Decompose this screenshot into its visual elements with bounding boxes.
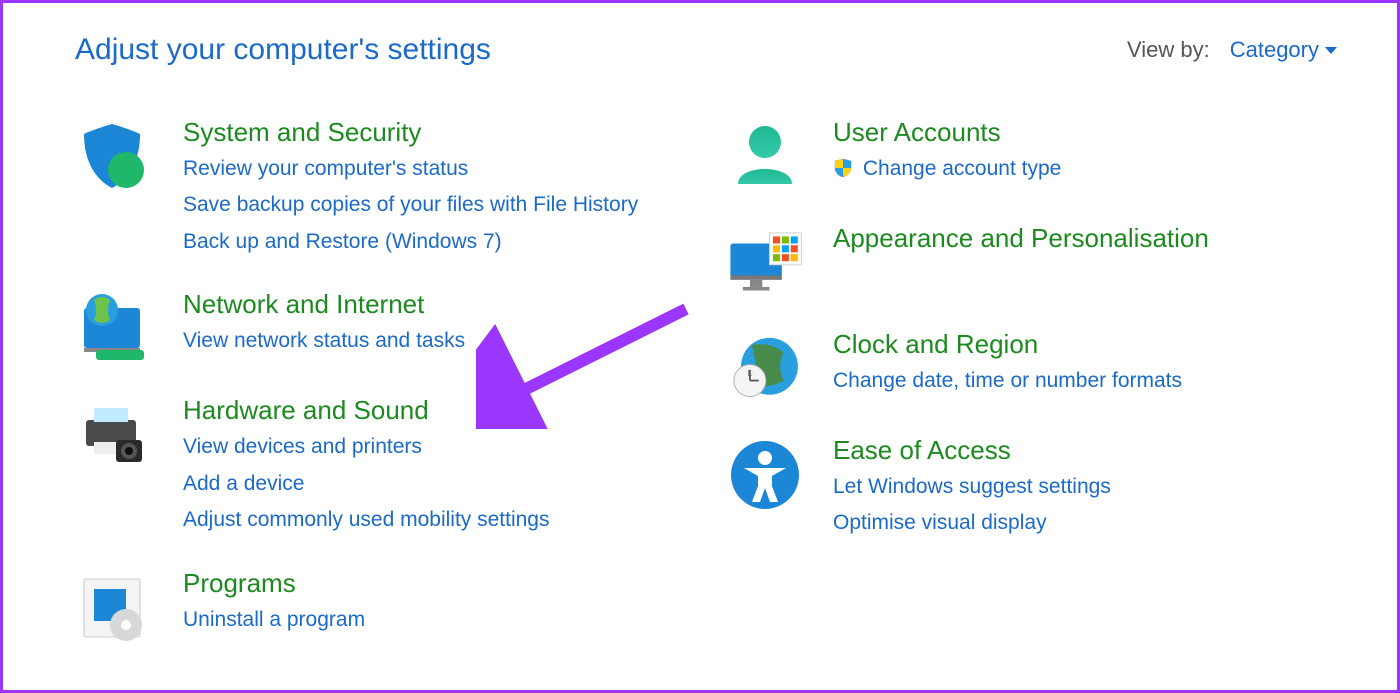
category-clock-region: L Clock and Region Change date, time or … — [725, 329, 1337, 409]
category-ease-of-access: Ease of Access Let Windows suggest setti… — [725, 435, 1337, 545]
printer-icon — [75, 395, 155, 475]
category-body: Appearance and Personalisation — [833, 223, 1209, 260]
category-network-internet: Network and Internet View network status… — [75, 289, 725, 369]
category-link[interactable]: View devices and printers — [183, 432, 550, 462]
view-by-value: Category — [1230, 37, 1319, 63]
view-by-group: View by: Category — [1127, 37, 1337, 63]
network-icon — [75, 289, 155, 369]
chevron-down-icon — [1325, 47, 1337, 54]
category-link[interactable]: View network status and tasks — [183, 326, 465, 356]
category-programs: Programs Uninstall a program — [75, 568, 725, 648]
appearance-icon — [725, 223, 805, 303]
category-title[interactable]: Programs — [183, 568, 365, 599]
left-column: System and Security Review your computer… — [75, 117, 725, 674]
category-link[interactable]: Save backup copies of your files with Fi… — [183, 190, 638, 220]
shield-icon — [75, 117, 155, 197]
programs-icon — [75, 568, 155, 648]
category-body: Ease of Access Let Windows suggest setti… — [833, 435, 1111, 545]
category-user-accounts: User Accounts Change account type — [725, 117, 1337, 197]
svg-text:L: L — [748, 369, 753, 378]
view-by-label: View by: — [1127, 37, 1210, 63]
category-title[interactable]: Appearance and Personalisation — [833, 223, 1209, 254]
right-column: User Accounts Change account type — [725, 117, 1337, 674]
category-link[interactable]: Uninstall a program — [183, 605, 365, 635]
ease-of-access-icon — [725, 435, 805, 515]
category-title[interactable]: Clock and Region — [833, 329, 1182, 360]
view-by-dropdown[interactable]: Category — [1230, 37, 1337, 63]
uac-shield-icon — [833, 157, 853, 187]
category-link[interactable]: Back up and Restore (Windows 7) — [183, 227, 638, 257]
category-body: Network and Internet View network status… — [183, 289, 465, 362]
control-panel-frame: Adjust your computer's settings View by:… — [0, 0, 1400, 693]
category-title[interactable]: Network and Internet — [183, 289, 465, 320]
category-link[interactable]: Optimise visual display — [833, 508, 1111, 538]
category-body: Programs Uninstall a program — [183, 568, 365, 641]
category-link[interactable]: Change date, time or number formats — [833, 366, 1182, 396]
category-body: Clock and Region Change date, time or nu… — [833, 329, 1182, 402]
category-body: System and Security Review your computer… — [183, 117, 638, 263]
category-link[interactable]: Adjust commonly used mobility settings — [183, 505, 550, 535]
category-title[interactable]: System and Security — [183, 117, 638, 148]
category-link[interactable]: Let Windows suggest settings — [833, 472, 1111, 502]
user-accounts-icon — [725, 117, 805, 197]
category-link[interactable]: Add a device — [183, 469, 550, 499]
categories-columns: System and Security Review your computer… — [75, 117, 1337, 674]
clock-region-icon: L — [725, 329, 805, 409]
header-row: Adjust your computer's settings View by:… — [75, 33, 1337, 67]
category-link[interactable]: Review your computer's status — [183, 154, 638, 184]
category-link[interactable]: Change account type — [833, 154, 1061, 187]
category-title[interactable]: User Accounts — [833, 117, 1061, 148]
category-link-text: Change account type — [863, 157, 1061, 180]
category-title[interactable]: Hardware and Sound — [183, 395, 550, 426]
category-system-security: System and Security Review your computer… — [75, 117, 725, 263]
category-hardware-sound: Hardware and Sound View devices and prin… — [75, 395, 725, 541]
category-body: Hardware and Sound View devices and prin… — [183, 395, 550, 541]
category-title[interactable]: Ease of Access — [833, 435, 1111, 466]
page-title: Adjust your computer's settings — [75, 33, 491, 67]
category-appearance: Appearance and Personalisation — [725, 223, 1337, 303]
category-body: User Accounts Change account type — [833, 117, 1061, 193]
